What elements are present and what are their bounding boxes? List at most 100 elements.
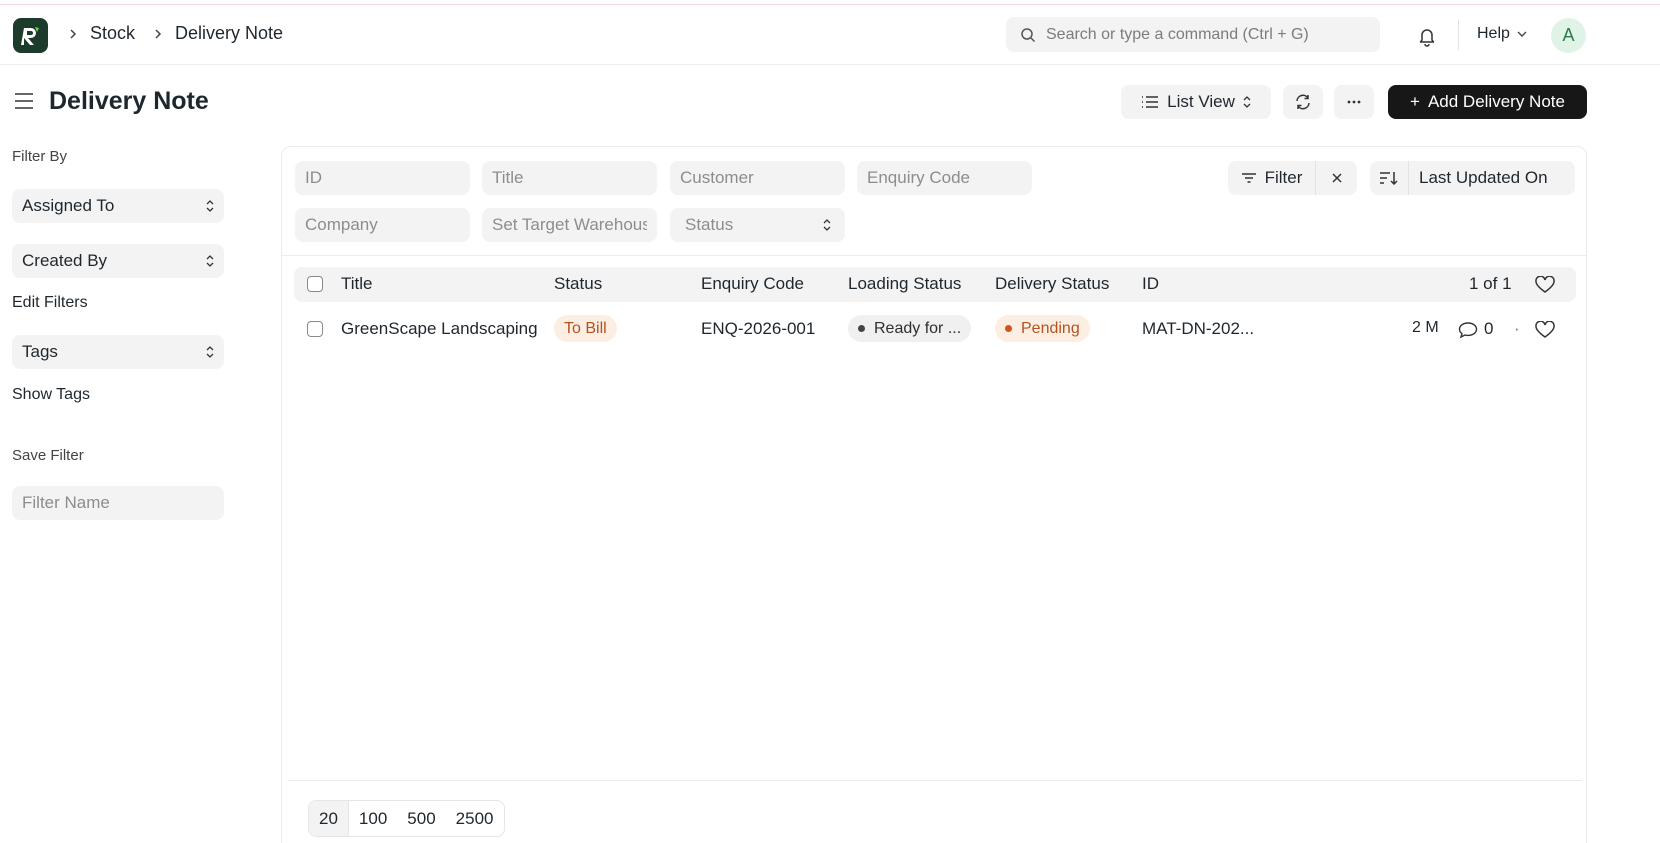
row-id: MAT-DN-202... — [1142, 319, 1255, 338]
list-view-label: List View — [1167, 92, 1235, 111]
sort-direction-button[interactable] — [1370, 161, 1409, 195]
filter-by-label: Filter By — [12, 148, 68, 165]
column-loading-status: Loading Status — [848, 274, 962, 293]
filter-button-label: Filter — [1264, 168, 1303, 187]
table-header: Title Status Enquiry Code Loading Status… — [294, 267, 1576, 302]
breadcrumb: Stock Delivery Note — [62, 23, 295, 44]
filter-divider — [282, 255, 1586, 256]
loading-status-label: Ready for ... — [874, 319, 962, 337]
chevron-right-icon — [62, 28, 84, 40]
save-filter-label: Save Filter — [12, 447, 84, 464]
status-badge: To Bill — [554, 315, 617, 342]
page-size-selector: 20 100 500 2500 — [308, 800, 505, 837]
clear-filters-button[interactable] — [1316, 161, 1357, 195]
notification-bell-icon[interactable] — [1416, 25, 1438, 47]
assigned-to-select[interactable]: Assigned To — [12, 189, 224, 223]
filter-button-group: Filter — [1228, 161, 1357, 195]
page-header: Delivery Note List View + Add Delivery N… — [0, 66, 1660, 136]
status-badge-label: To Bill — [564, 319, 607, 337]
plus-icon: + — [1410, 92, 1420, 111]
row-checkbox[interactable] — [307, 321, 323, 337]
sort-updown-icon — [206, 255, 214, 267]
filter-name-input[interactable] — [12, 486, 224, 520]
row-modified: 2 M — [1412, 319, 1439, 336]
page-title: Delivery Note — [49, 87, 209, 115]
sort-by-button[interactable]: Last Updated On — [1409, 161, 1575, 195]
list-icon — [1142, 96, 1159, 108]
target-warehouse-filter-input[interactable] — [482, 208, 657, 242]
status-dot-icon — [858, 325, 865, 332]
refresh-icon — [1296, 94, 1310, 110]
company-filter-input[interactable] — [295, 208, 470, 242]
page-size-2500[interactable]: 2500 — [446, 801, 504, 836]
column-title: Title — [341, 274, 373, 293]
column-status: Status — [554, 274, 603, 293]
sort-descending-icon — [1380, 172, 1398, 186]
chevron-down-icon — [1517, 31, 1527, 37]
add-delivery-note-button[interactable]: + Add Delivery Note — [1388, 85, 1587, 119]
help-label: Help — [1477, 25, 1510, 42]
column-enquiry-code: Enquiry Code — [701, 274, 805, 293]
tags-label: Tags — [22, 342, 58, 361]
sort-selector: Last Updated On — [1370, 161, 1575, 195]
customer-filter-input[interactable] — [670, 161, 845, 195]
created-by-select[interactable]: Created By — [12, 244, 224, 278]
show-tags-link[interactable]: Show Tags — [12, 386, 90, 404]
status-dot-icon — [1005, 325, 1012, 332]
app-logo[interactable] — [13, 18, 48, 53]
row-enquiry-code: ENQ-2026-001 — [701, 319, 816, 338]
more-actions-button[interactable] — [1334, 85, 1374, 119]
navbar: Stock Delivery Note Help A — [0, 5, 1660, 65]
page-size-100[interactable]: 100 — [349, 801, 397, 836]
column-delivery-status: Delivery Status — [995, 274, 1110, 293]
delivery-status-label: Pending — [1021, 319, 1080, 337]
sort-updown-icon — [206, 346, 214, 358]
breadcrumb-stock[interactable]: Stock — [90, 23, 135, 44]
list-view-switcher[interactable]: List View — [1121, 85, 1271, 119]
created-by-label: Created By — [22, 251, 108, 270]
edit-filters-link[interactable]: Edit Filters — [12, 294, 88, 312]
sidebar-toggle-icon[interactable] — [14, 92, 34, 110]
record-count: 1 of 1 — [1469, 274, 1512, 293]
loading-status-badge: Ready for ... — [848, 315, 972, 342]
navbar-divider — [1458, 20, 1459, 50]
breadcrumb-delivery-note[interactable]: Delivery Note — [175, 23, 283, 44]
refresh-button[interactable] — [1283, 85, 1323, 119]
id-filter-input[interactable] — [295, 161, 470, 195]
close-icon — [1331, 173, 1342, 183]
title-filter-input[interactable] — [482, 161, 657, 195]
column-id: ID — [1142, 274, 1159, 293]
filter-icon — [1241, 173, 1256, 183]
heart-icon[interactable] — [1535, 276, 1555, 294]
tags-select[interactable]: Tags — [12, 335, 224, 369]
add-delivery-note-label: Add Delivery Note — [1427, 92, 1565, 111]
page-size-20[interactable]: 20 — [309, 801, 349, 836]
page-size-500[interactable]: 500 — [397, 801, 445, 836]
heart-icon[interactable] — [1535, 321, 1555, 339]
table-row[interactable]: GreenScape Landscaping To Bill ENQ-2026-… — [294, 304, 1576, 354]
enquiry-code-filter-input[interactable] — [857, 161, 1032, 195]
delivery-status-badge: Pending — [995, 315, 1090, 342]
assigned-to-label: Assigned To — [22, 196, 115, 215]
filter-button[interactable]: Filter — [1228, 161, 1316, 195]
status-filter-select[interactable]: Status — [670, 208, 845, 242]
comment-icon[interactable] — [1458, 321, 1478, 339]
row-comment-count: 0 — [1484, 319, 1494, 338]
help-dropdown[interactable]: Help — [1477, 25, 1528, 43]
list-panel: Status Filter Last Updated On Title Stat… — [281, 146, 1587, 843]
row-separator-dot: · — [1514, 319, 1520, 338]
ellipsis-icon — [1347, 100, 1361, 104]
search-icon — [1021, 27, 1036, 42]
sort-updown-icon — [823, 219, 831, 231]
status-filter-label: Status — [685, 215, 734, 234]
sort-updown-icon — [206, 200, 214, 212]
row-title[interactable]: GreenScape Landscaping — [341, 319, 547, 339]
search-input[interactable] — [1046, 25, 1376, 44]
chevron-right-icon — [147, 28, 169, 40]
footer-divider — [288, 780, 1582, 781]
select-all-checkbox[interactable] — [307, 276, 323, 292]
sort-updown-icon — [1243, 96, 1251, 108]
avatar[interactable]: A — [1551, 18, 1586, 53]
awesomebar[interactable] — [1006, 17, 1380, 52]
logo-icon — [20, 26, 39, 45]
